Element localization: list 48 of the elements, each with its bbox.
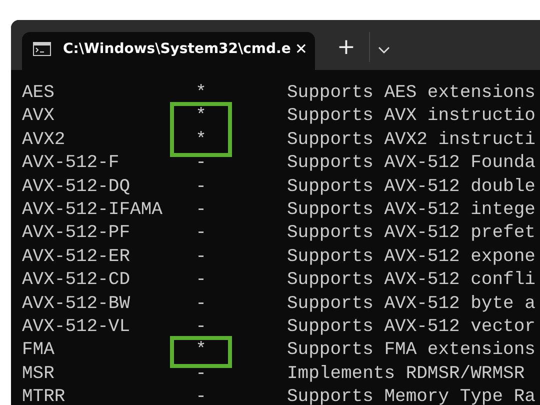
feature-description: Supports AVX-512 byte a: [287, 292, 536, 316]
feature-description: Implements RDMSR/WRMSR: [287, 362, 525, 386]
feature-description: Supports AVX-512 Founda: [287, 152, 536, 176]
flag-symbol: *: [196, 106, 206, 126]
flag-symbol: -: [196, 200, 206, 220]
flag-symbol: -: [196, 223, 206, 244]
feature-name: AVX-512-VL: [21, 316, 132, 339]
feature-name: AVX-512-PF: [21, 222, 132, 246]
feature-name: AVX-512-F: [21, 152, 120, 176]
feature-description: Supports FMA extensions: [287, 339, 536, 362]
feature-description: Supports AVX instructio: [287, 105, 536, 128]
flag-symbol: -: [196, 364, 206, 384]
terminal-tab[interactable]: C:\Windows\System32\cmd.e ✕: [22, 32, 315, 70]
flag-symbol: *: [196, 340, 206, 360]
feature-name: AVX: [21, 105, 56, 128]
feature-description: Supports AVX-512 prefet: [287, 222, 536, 246]
flag-symbol: -: [196, 294, 206, 314]
feature-description: Supports AVX-512 vector: [287, 316, 536, 339]
feature-name: AVX-512-ER: [21, 246, 132, 269]
feature-name: FMA: [21, 339, 56, 362]
feature-description: Supports AVX-512 expone: [287, 246, 536, 269]
new-tab-button[interactable]: +: [331, 35, 362, 60]
flag-symbol: -: [196, 176, 206, 197]
flag-symbol: *: [196, 130, 206, 150]
close-button[interactable]: ✕: [290, 40, 312, 58]
feature-name: AVX-512-IFAMA: [21, 198, 164, 222]
flag-symbol: *: [196, 83, 206, 103]
feature-name: AVX-512-BW: [21, 292, 132, 316]
tab-title: C:\Windows\System32\cmd.e: [63, 41, 291, 57]
flag-symbol: -: [196, 270, 206, 290]
feature-name: AVX-512-CD: [21, 269, 132, 292]
feature-description: Supports AES extensions: [287, 82, 536, 105]
feature-description: Supports AVX-512 double: [287, 176, 536, 199]
feature-name: AVX2: [21, 128, 66, 152]
flag-symbol: -: [196, 387, 206, 405]
feature-description: Supports AVX-512 intege: [287, 198, 536, 222]
flag-symbol: -: [196, 316, 206, 337]
feature-name: MSR: [21, 362, 56, 386]
feature-description: Supports AVX-512 confli: [287, 269, 536, 292]
feature-description: Supports AVX2 instructi: [287, 128, 536, 152]
terminal-icon: [33, 42, 51, 56]
chevron-down-icon[interactable]: [378, 46, 390, 54]
feature-name: AVX-512-DQ: [21, 176, 132, 199]
feature-name: MTRR: [21, 386, 66, 405]
flag-symbol: -: [196, 153, 206, 174]
feature-name: AES: [21, 82, 56, 105]
flag-symbol: -: [196, 246, 206, 267]
feature-description: Supports Memory Type Ra: [287, 386, 536, 405]
